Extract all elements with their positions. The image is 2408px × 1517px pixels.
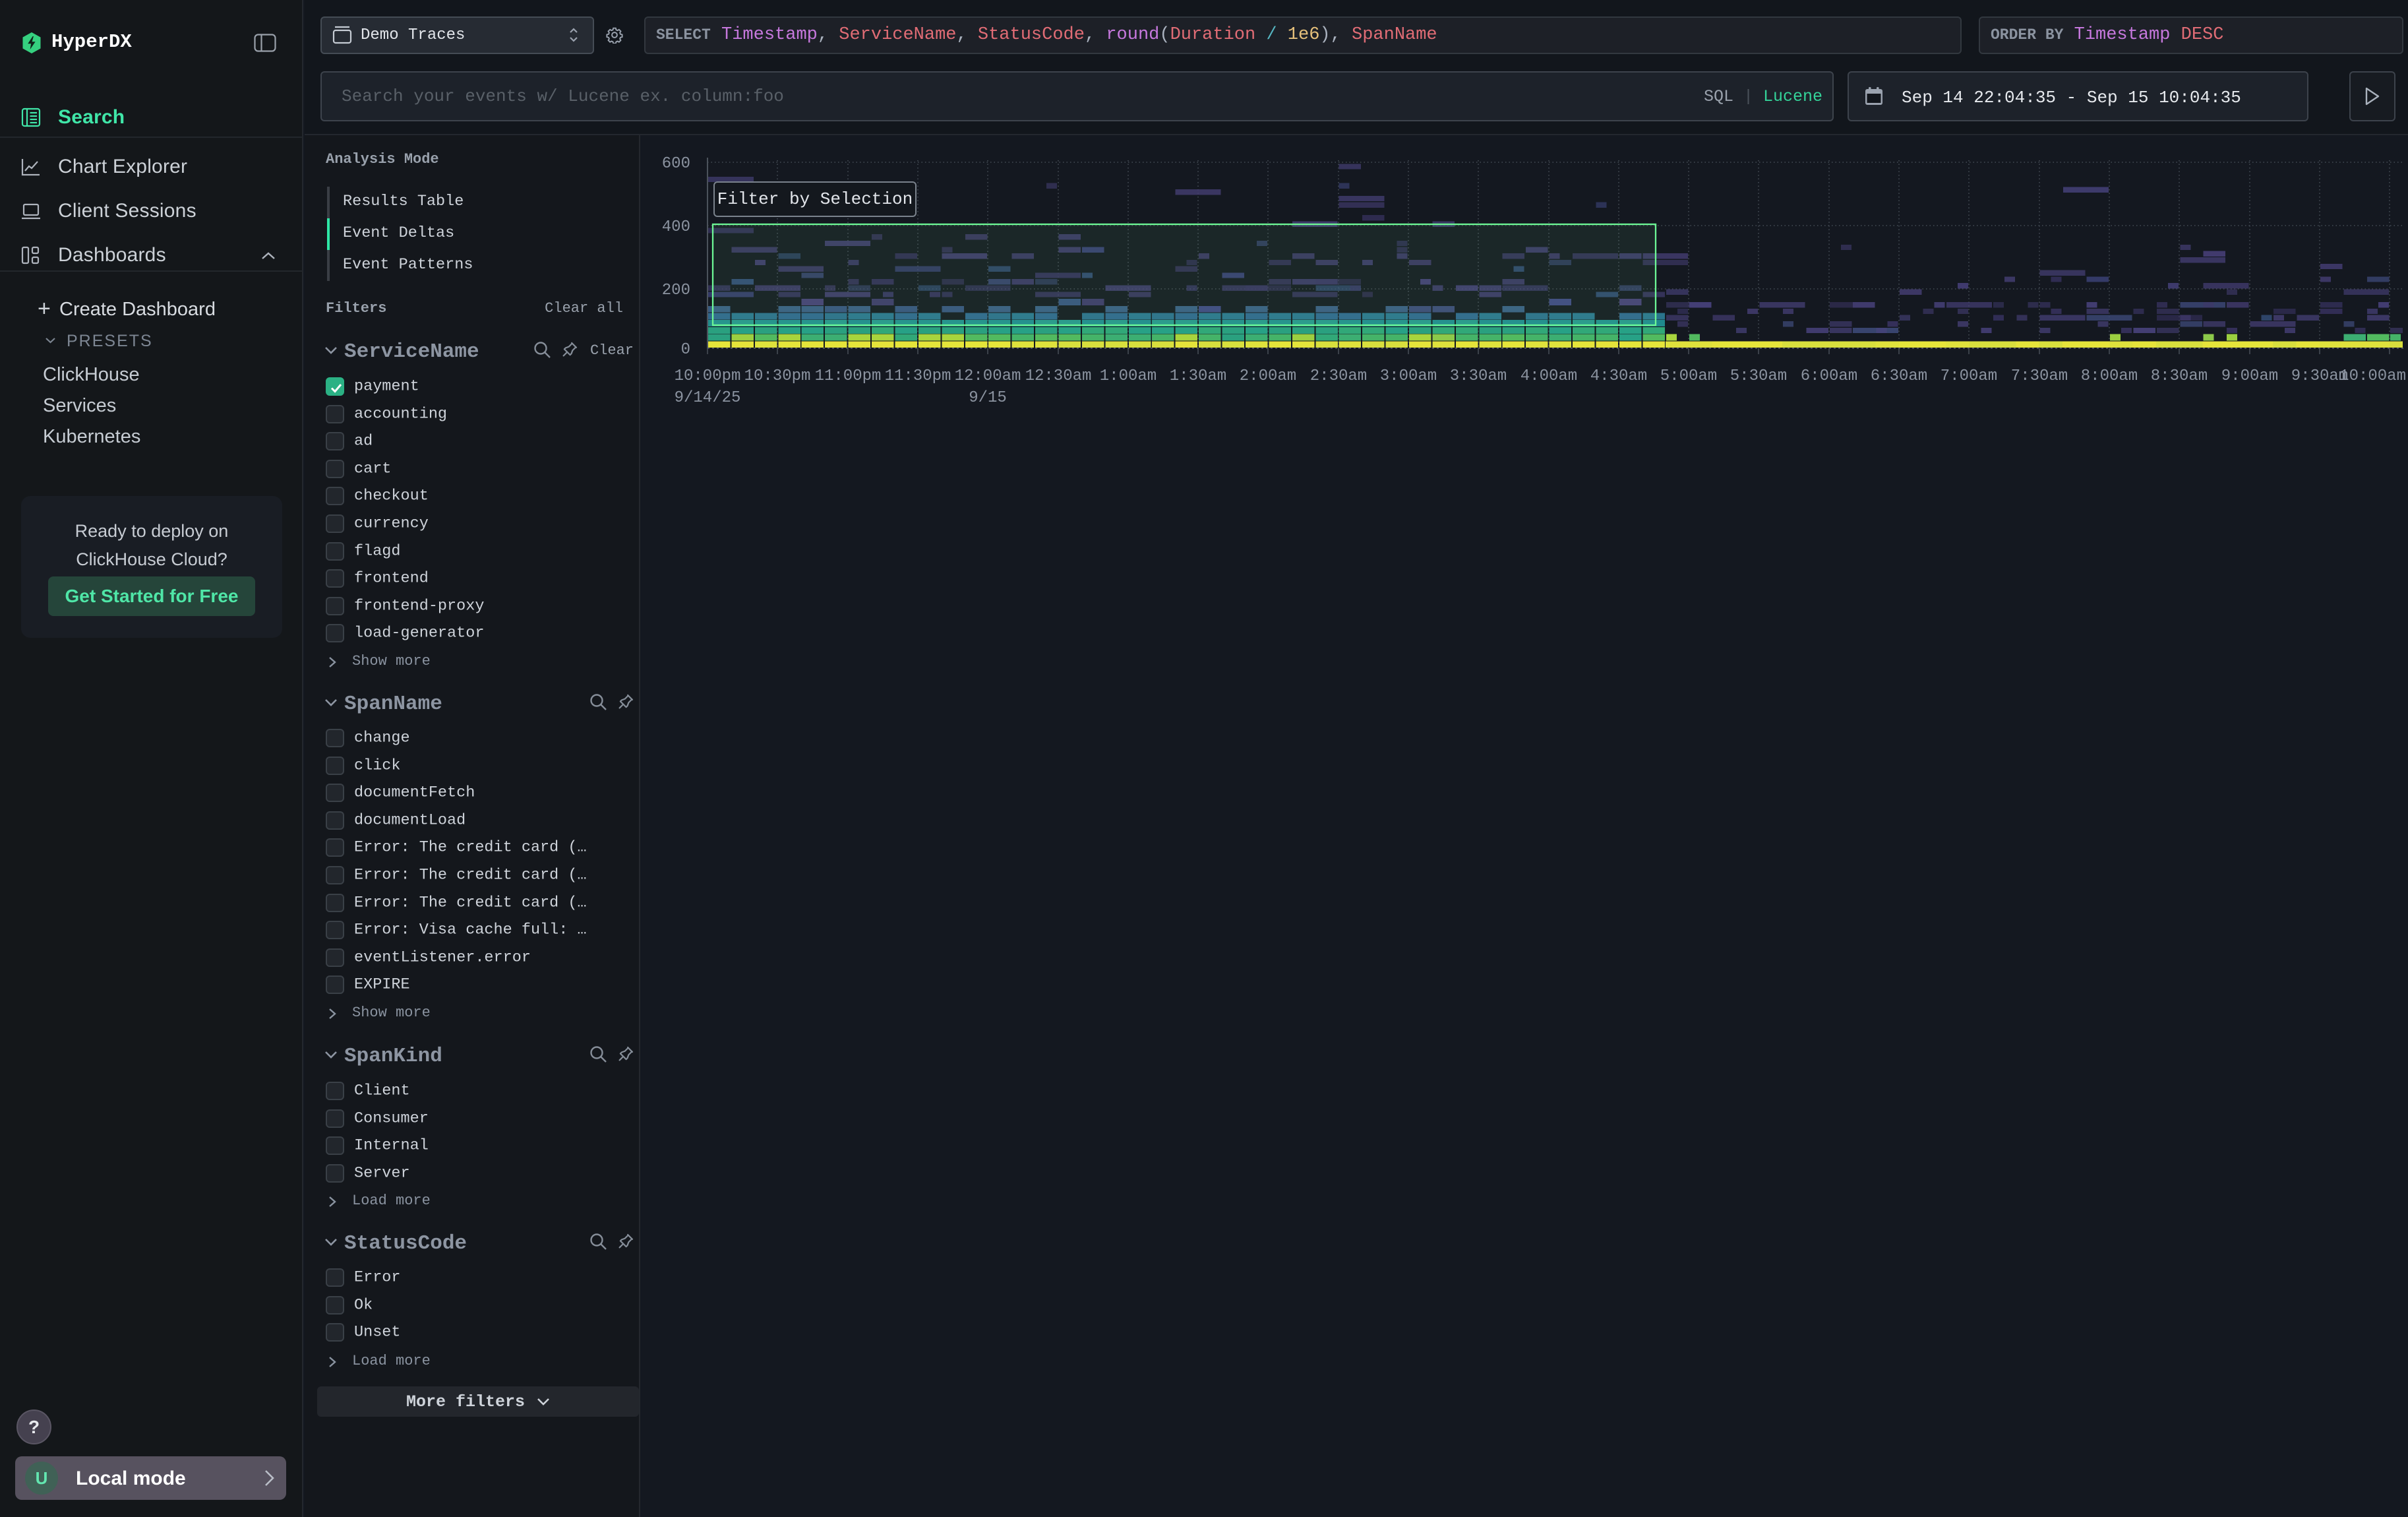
svg-text:1:00am: 1:00am <box>1100 367 1157 385</box>
svg-text:0: 0 <box>681 341 690 359</box>
svg-text:6:00am: 6:00am <box>1801 367 1857 385</box>
svg-text:9/14/25: 9/14/25 <box>675 389 741 407</box>
svg-text:4:00am: 4:00am <box>1520 367 1577 385</box>
svg-text:3:00am: 3:00am <box>1380 367 1437 385</box>
svg-text:6:30am: 6:30am <box>1871 367 1927 385</box>
svg-text:9/15: 9/15 <box>969 389 1007 407</box>
svg-text:9:00am: 9:00am <box>2221 367 2278 385</box>
svg-text:5:30am: 5:30am <box>1730 367 1787 385</box>
svg-text:8:00am: 8:00am <box>2081 367 2138 385</box>
svg-text:11:00pm: 11:00pm <box>815 367 882 385</box>
svg-text:5:00am: 5:00am <box>1660 367 1717 385</box>
svg-text:12:00am: 12:00am <box>955 367 1021 385</box>
svg-text:400: 400 <box>662 218 690 236</box>
svg-text:12:30am: 12:30am <box>1025 367 1092 385</box>
svg-text:8:30am: 8:30am <box>2151 367 2208 385</box>
svg-text:1:30am: 1:30am <box>1170 367 1226 385</box>
svg-text:4:30am: 4:30am <box>1590 367 1647 385</box>
svg-text:11:30pm: 11:30pm <box>885 367 951 385</box>
svg-text:2:30am: 2:30am <box>1310 367 1367 385</box>
svg-text:10:30pm: 10:30pm <box>744 367 811 385</box>
svg-text:2:00am: 2:00am <box>1240 367 1296 385</box>
svg-text:3:30am: 3:30am <box>1450 367 1507 385</box>
svg-text:7:30am: 7:30am <box>2011 367 2068 385</box>
svg-text:10:00am: 10:00am <box>2339 367 2406 385</box>
svg-text:200: 200 <box>662 282 690 299</box>
svg-text:600: 600 <box>662 155 690 173</box>
svg-text:10:00pm: 10:00pm <box>675 367 741 385</box>
svg-text:7:00am: 7:00am <box>1941 367 1997 385</box>
